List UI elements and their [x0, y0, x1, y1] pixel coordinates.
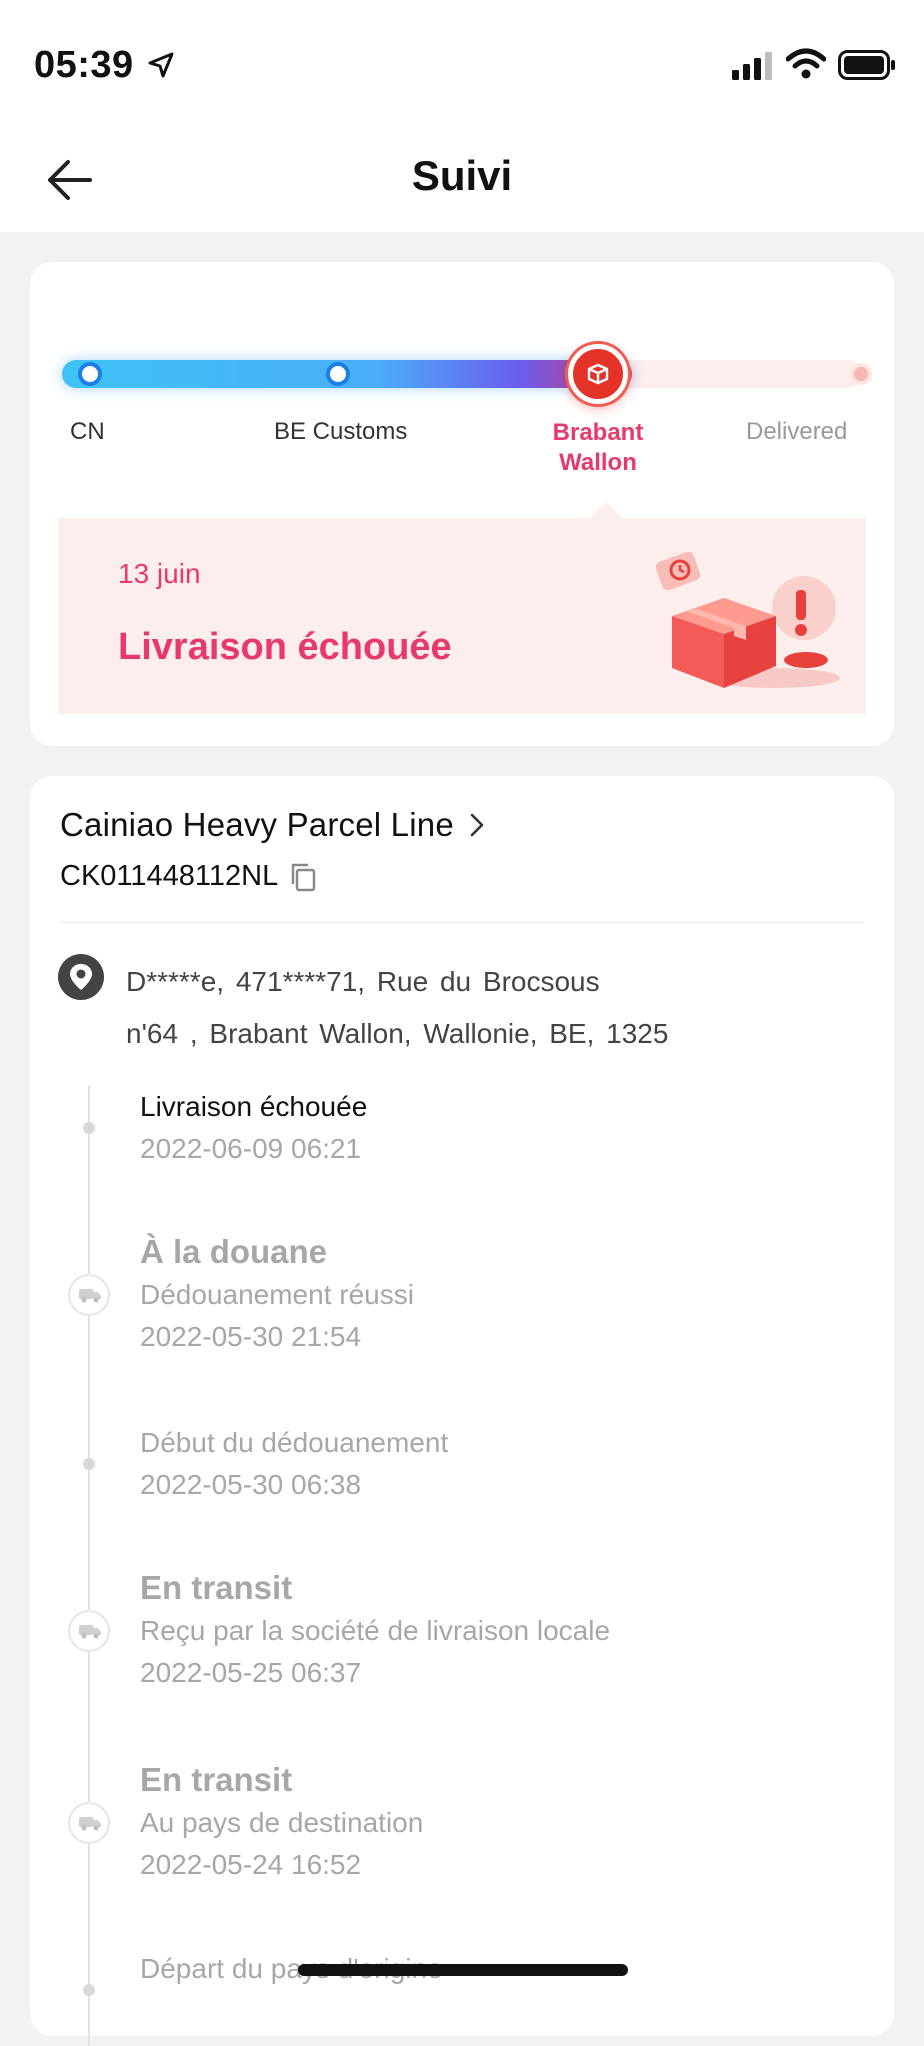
timeline-line [88, 1086, 90, 2046]
truck-icon [79, 1817, 101, 1831]
timeline-dot [83, 1458, 95, 1470]
timeline-desc: Livraison échouée [140, 1091, 368, 1122]
timeline-entry: Début du dédouanement 2022-05-30 06:38 [140, 1422, 448, 1506]
truck-icon [79, 1289, 101, 1303]
step-label-cn: CN [70, 418, 105, 445]
timeline-truck-marker [68, 1610, 110, 1652]
timeline-truck-marker [68, 1802, 110, 1844]
timeline-desc: Au pays de destination [140, 1807, 424, 1838]
timeline-time: 2022-05-30 21:54 [140, 1321, 362, 1352]
status-title: Livraison échouée [118, 626, 452, 668]
shipment-detail-card: Cainiao Heavy Parcel Line CK011448112NL … [30, 776, 894, 2046]
chevron-right-icon [470, 813, 484, 837]
timeline-time: 2022-05-24 16:52 [140, 1849, 362, 1880]
tracking-row: CK011448112NL [60, 860, 318, 893]
timeline-dot [83, 1984, 95, 1996]
status-bar: 05:39 [0, 0, 924, 130]
timeline-time: 2022-06-09 06:21 [140, 1133, 362, 1164]
step-label-current-line2: Wallon [559, 449, 637, 476]
progress-card: CN BE Customs Brabant Wallon Delivered 1… [30, 262, 894, 746]
tracking-number: CK011448112NL [60, 860, 279, 892]
address-line-1: D*****e, 471****71, Rue du Brocsous [126, 966, 600, 997]
timeline-time: 2022-05-30 06:38 [140, 1469, 362, 1500]
carrier-link[interactable]: Cainiao Heavy Parcel Line [60, 806, 486, 844]
parcel-icon [587, 363, 609, 385]
step-dot-be-customs [326, 362, 350, 386]
timeline-heading: En transit [140, 1761, 293, 1798]
timeline-desc: Dédouanement réussi [140, 1279, 414, 1310]
timeline-desc: Reçu par la société de livraison locale [140, 1615, 611, 1646]
step-dot-delivered [850, 363, 872, 385]
nav-bar: Suivi [0, 130, 924, 232]
status-box: 13 juin Livraison échouée [58, 518, 866, 714]
step-dot-current [568, 344, 628, 404]
timeline-heading: À la douane [140, 1233, 328, 1270]
step-label-be-customs: BE Customs [274, 418, 408, 445]
address-line-2: n'64 , Brabant Wallon, Wallonie, BE, 132… [126, 1018, 669, 1049]
wifi-icon [786, 48, 826, 79]
status-date: 13 juin [118, 558, 201, 589]
location-arrow-icon [148, 52, 174, 78]
divider [60, 922, 864, 923]
battery-icon [838, 50, 895, 80]
home-indicator[interactable] [298, 1964, 628, 1976]
truck-icon [79, 1625, 101, 1639]
timeline-entry: En transit Reçu par la société de livrai… [140, 1566, 610, 1694]
location-pin-icon [58, 954, 104, 1000]
timeline-time: 2022-05-25 06:37 [140, 1657, 362, 1688]
copy-icon[interactable] [288, 861, 318, 893]
status-time: 05:39 [34, 44, 134, 86]
step-label-delivered: Delivered [746, 418, 848, 445]
timeline-entry: Livraison échouée 2022-06-09 06:21 [140, 1086, 367, 1170]
delivery-address: D*****e, 471****71, Rue du Brocsous n'64… [126, 956, 846, 1060]
timeline-heading: En transit [140, 1569, 293, 1606]
timeline-desc: Début du dédouanement [140, 1427, 449, 1458]
timeline-entry: À la douane Dédouanement réussi 2022-05-… [140, 1230, 414, 1358]
signal-icon [732, 52, 772, 80]
carrier-name: Cainiao Heavy Parcel Line [60, 806, 454, 843]
timeline-truck-marker [68, 1274, 110, 1316]
timeline-entry: En transit Au pays de destination 2022-0… [140, 1758, 423, 1886]
failed-delivery-box-icon [655, 551, 840, 688]
step-label-current: Brabant Wallon [530, 418, 666, 478]
timeline-dot [83, 1122, 95, 1134]
step-dot-cn [78, 362, 102, 386]
step-label-current-line1: Brabant [552, 419, 644, 446]
page-title: Suivi [411, 152, 513, 199]
